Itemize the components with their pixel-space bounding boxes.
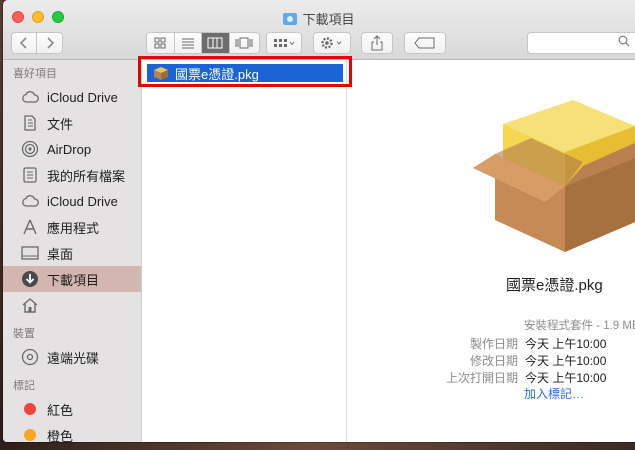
downloads-folder-icon — [283, 12, 298, 25]
home-icon — [20, 296, 40, 314]
sidebar-item-tag-orange[interactable]: 橙色 — [3, 422, 141, 442]
sidebar-item-all-files[interactable]: 我的所有檔案 — [3, 162, 141, 188]
tag-icon — [414, 37, 435, 49]
column-view-button[interactable] — [202, 33, 230, 53]
search-input[interactable] — [527, 32, 635, 54]
meta-last-opened: 上次打開日期 今天 上午10:00 — [348, 369, 635, 386]
meta-label: 上次打開日期 — [445, 371, 518, 385]
orange-tag-icon — [20, 426, 40, 442]
chevron-left-icon — [20, 37, 27, 49]
window-title: 下載項目 — [3, 9, 635, 28]
applications-icon — [20, 218, 40, 236]
devices-header: 裝置 — [13, 328, 35, 340]
preview-kind: 安裝程式套件 - 1.9 MB — [524, 320, 635, 332]
highlight-box — [138, 56, 352, 87]
sidebar-item-label: 應用程式 — [47, 220, 100, 236]
sidebar-item-remote-disc[interactable]: 遠端光碟 — [3, 344, 141, 370]
sidebar-item-label: iCloud Drive — [47, 193, 118, 209]
sidebar-item-airdrop[interactable]: AirDrop — [3, 136, 141, 162]
arrange-button[interactable] — [266, 32, 302, 54]
search-icon — [618, 35, 630, 47]
back-button[interactable] — [12, 33, 38, 53]
meta-modified: 修改日期 今天 上午10:00 — [348, 352, 635, 369]
icon-view-icon — [154, 37, 166, 49]
tags-header: 標記 — [13, 380, 35, 392]
sidebar-item-downloads[interactable]: 下載項目 — [3, 266, 141, 292]
sidebar-item-home[interactable] — [3, 292, 141, 318]
preview-pane: 國票e憑證.pkg 安裝程式套件 - 1.9 MB 製作日期 今天 上午10:0… — [348, 60, 635, 442]
sidebar-item-icloud-drive-2[interactable]: iCloud Drive — [3, 188, 141, 214]
sidebar-item-label: 我的所有檔案 — [47, 168, 126, 184]
cloud-icon — [20, 88, 40, 106]
add-tags-link[interactable]: 加入標記… — [524, 385, 584, 402]
meta-label: 修改日期 — [469, 354, 518, 368]
meta-created: 製作日期 今天 上午10:00 — [348, 335, 635, 352]
gear-icon — [321, 37, 342, 49]
cloud-icon — [20, 192, 40, 210]
meta-value: 今天 上午10:00 — [525, 371, 607, 385]
all-files-icon — [20, 166, 40, 184]
sidebar-item-label: 橙色 — [47, 428, 74, 443]
tag-button[interactable] — [404, 32, 446, 54]
column-view-icon — [207, 37, 223, 49]
sidebar-item-icloud-drive[interactable]: iCloud Drive — [3, 84, 141, 110]
share-icon — [371, 35, 383, 51]
downloads-icon — [20, 270, 40, 288]
preview-file-name: 國票e憑證.pkg — [506, 277, 603, 294]
sidebar-item-label: 下載項目 — [47, 272, 100, 288]
meta-value: 今天 上午10:00 — [525, 354, 607, 368]
coverflow-view-button[interactable] — [230, 33, 259, 53]
chevron-right-icon — [46, 37, 54, 49]
toolbar: 下載項目 — [3, 0, 635, 60]
icon-view-button[interactable] — [147, 33, 175, 53]
share-button[interactable] — [361, 32, 393, 54]
back-forward-control — [11, 32, 63, 54]
sidebar-item-tag-red[interactable]: 紅色 — [3, 396, 141, 422]
sidebar-item-label: AirDrop — [47, 141, 92, 157]
airdrop-icon — [20, 140, 40, 158]
action-menu-button[interactable] — [313, 32, 351, 54]
list-view-button[interactable] — [175, 33, 203, 53]
sidebar-item-label: 文件 — [47, 116, 74, 132]
view-mode-control — [146, 32, 260, 54]
arrange-grid-icon — [274, 39, 295, 47]
file-column: 國票e憑證.pkg — [142, 60, 347, 442]
sidebar-item-label: 桌面 — [47, 246, 74, 262]
document-icon — [20, 114, 40, 132]
sidebar-item-label: 紅色 — [47, 402, 74, 418]
sidebar: 喜好項目 iCloud Drive 文件 AirDrop 我的所有檔案 iClo… — [3, 60, 142, 442]
sidebar-item-label: iCloud Drive — [47, 89, 118, 105]
desktop-icon — [20, 244, 40, 262]
window-title-label: 下載項目 — [302, 12, 355, 27]
favorites-header: 喜好項目 — [13, 68, 57, 80]
meta-value: 今天 上午10:00 — [525, 337, 607, 351]
meta-label: 製作日期 — [469, 337, 518, 351]
list-view-icon — [181, 38, 194, 49]
sidebar-item-documents[interactable]: 文件 — [3, 110, 141, 136]
disc-icon — [20, 348, 40, 366]
sidebar-item-applications[interactable]: 應用程式 — [3, 214, 141, 240]
red-tag-icon — [20, 400, 40, 418]
forward-button[interactable] — [37, 33, 62, 53]
sidebar-item-label: 遠端光碟 — [47, 350, 100, 366]
package-preview-icon — [473, 100, 635, 252]
coverflow-view-icon — [235, 37, 253, 49]
sidebar-item-desktop[interactable]: 桌面 — [3, 240, 141, 266]
